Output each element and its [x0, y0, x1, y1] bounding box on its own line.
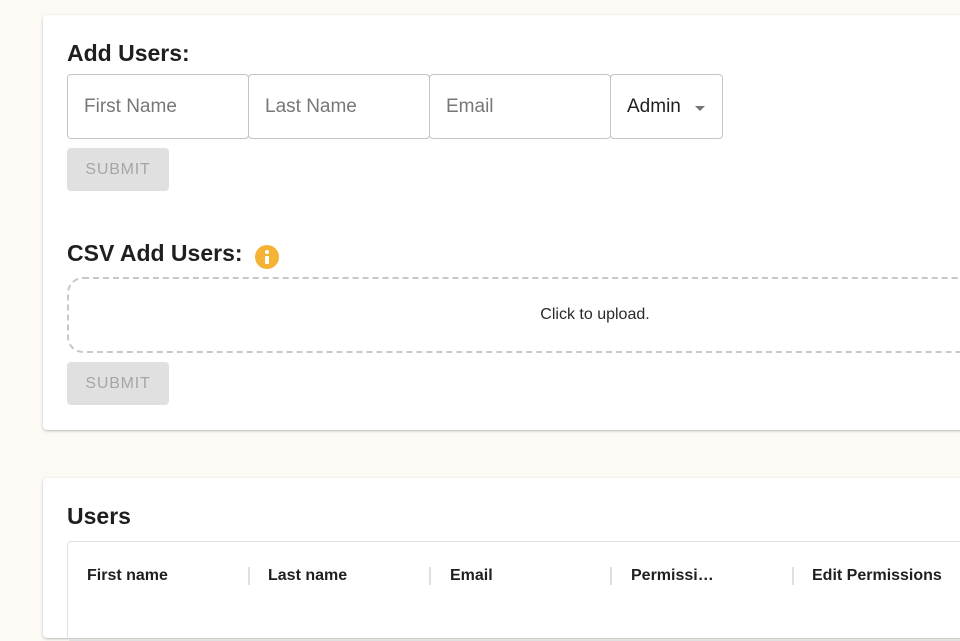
chevron-down-icon [695, 106, 705, 111]
first-name-input[interactable] [68, 75, 248, 138]
column-separator[interactable] [248, 567, 250, 585]
upload-prompt: Click to upload. [540, 306, 650, 323]
info-icon[interactable] [255, 245, 279, 269]
users-table: First name Last name Email Permissi… Edi… [67, 541, 960, 641]
email-input[interactable] [430, 75, 610, 138]
email-field[interactable] [429, 74, 611, 139]
role-select-value: Admin [627, 95, 681, 117]
column-separator[interactable] [610, 567, 612, 585]
last-name-field[interactable] [248, 74, 430, 139]
column-separator[interactable] [429, 567, 431, 585]
column-separator[interactable] [792, 567, 794, 585]
last-name-input[interactable] [249, 75, 429, 138]
csv-upload-dropzone[interactable]: Click to upload. [67, 277, 960, 353]
column-header-first-name[interactable]: First name [87, 567, 168, 585]
add-users-card: Add Users: Admin SUBMIT CSV Add Users: C… [43, 15, 960, 430]
role-select[interactable]: Admin [610, 74, 723, 139]
users-title: Users [67, 503, 131, 529]
column-header-permissions[interactable]: Permissi… [631, 567, 714, 585]
column-header-last-name[interactable]: Last name [268, 567, 347, 585]
csv-add-users-title: CSV Add Users: [67, 240, 243, 266]
add-users-submit-button[interactable]: SUBMIT [67, 148, 169, 191]
add-users-title: Add Users: [67, 40, 190, 66]
column-header-email[interactable]: Email [450, 567, 493, 585]
users-card: Users First name Last name Email Permiss… [43, 478, 960, 641]
first-name-field[interactable] [67, 74, 249, 139]
csv-submit-button[interactable]: SUBMIT [67, 362, 169, 405]
column-header-edit-permissions[interactable]: Edit Permissions [812, 567, 942, 585]
